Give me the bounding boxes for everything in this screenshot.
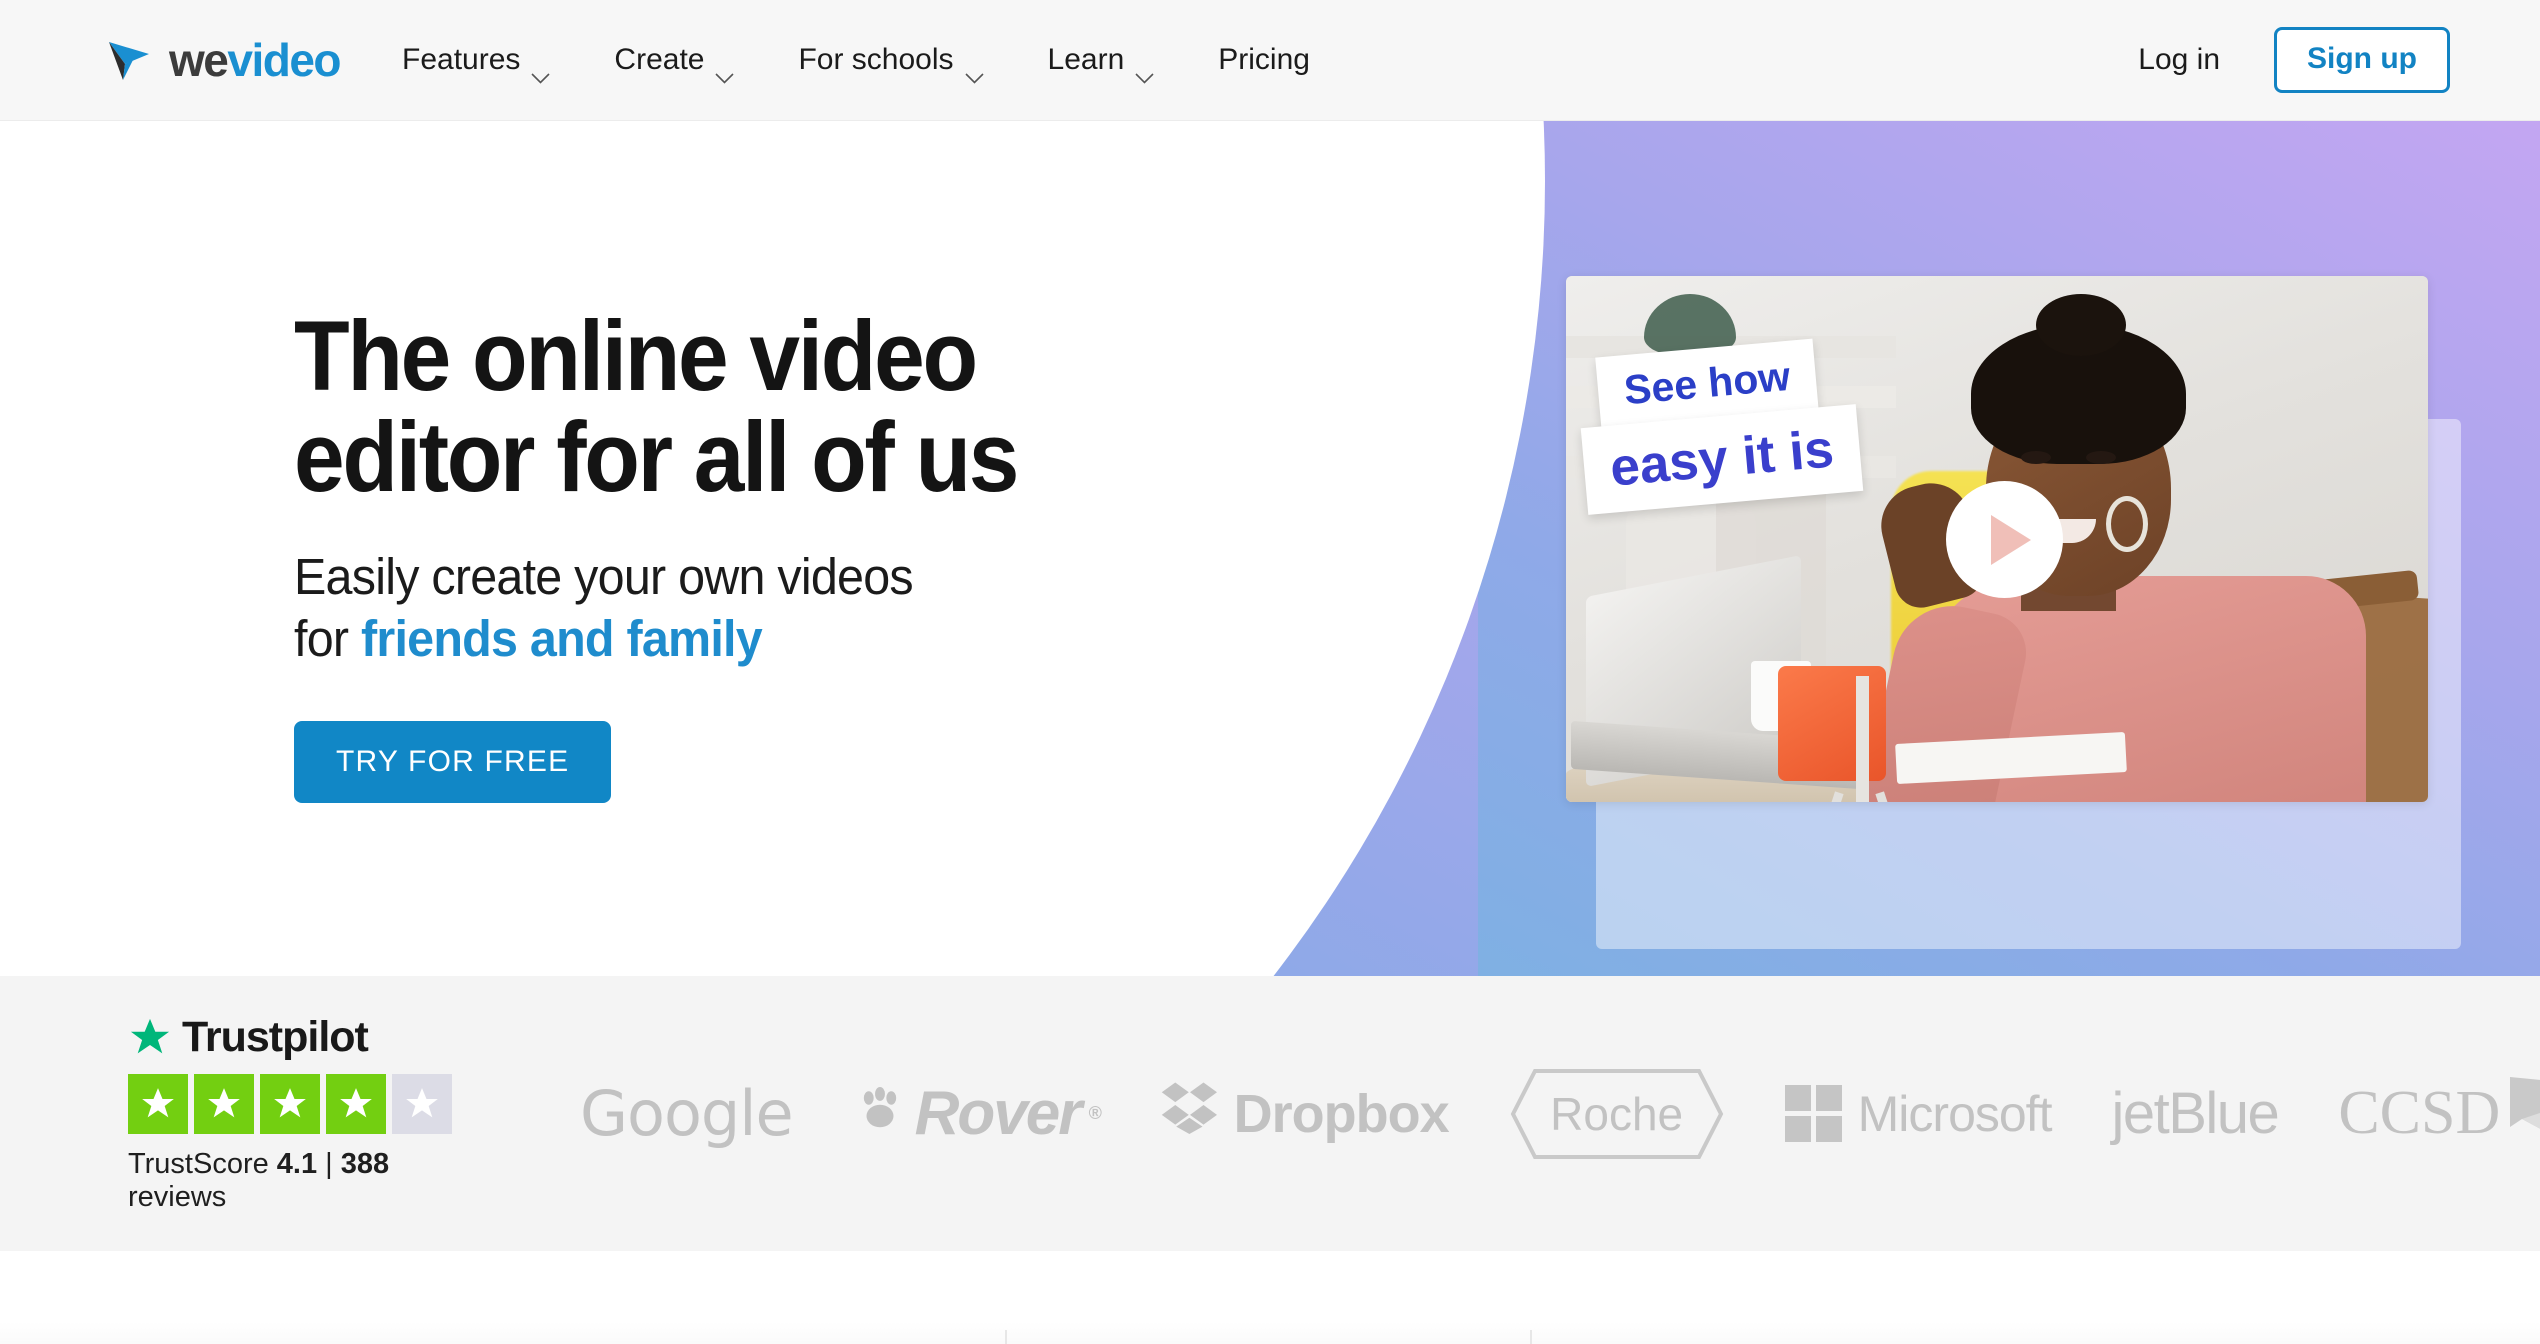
logo-jetblue-label: jetBlue	[2111, 1081, 2279, 1146]
wevideo-play-arrow-icon	[103, 34, 155, 86]
video-subject-hair-bun	[2036, 294, 2126, 356]
ms-square-2	[1815, 1085, 1842, 1111]
trustscore-value: 4.1	[276, 1148, 318, 1180]
dropbox-icon	[1160, 1080, 1220, 1147]
nav-item-create[interactable]: Create	[614, 31, 735, 89]
wevideo-wordmark: wevideo	[169, 34, 342, 86]
video-subject-eye-right	[2086, 451, 2116, 464]
ms-square-4	[1815, 1116, 1842, 1142]
chevron-down-icon	[531, 58, 550, 84]
logo-roche: Roche	[1509, 1068, 1725, 1160]
logo-text-we: we	[169, 34, 229, 86]
ccsd-pennant-icon	[2504, 1075, 2540, 1153]
wevideo-logo[interactable]: wevideo	[103, 34, 342, 86]
nav-item-pricing[interactable]: Pricing	[1218, 31, 1310, 89]
primary-nav-links: Features Create For schools Learn Pricin	[402, 31, 1310, 89]
logo-roche-label: Roche	[1550, 1087, 1684, 1140]
hero-headline: The online video editor for all of us	[294, 305, 1177, 508]
logo-google-label: Google	[580, 1077, 794, 1150]
trustpilot-star-tile-4	[326, 1074, 386, 1134]
video-subject-earring	[2106, 496, 2148, 552]
play-icon[interactable]	[1946, 481, 2063, 598]
next-section-top-edge	[0, 1322, 2540, 1344]
customer-logo-strip: Google Rover ® Dropbox Roche Microsoft j…	[580, 1068, 2540, 1160]
nav-item-features-label: Features	[402, 43, 521, 76]
logo-dropbox-label: Dropbox	[1233, 1083, 1450, 1144]
review-count-suffix: reviews	[128, 1181, 227, 1213]
trustscore-separator: |	[317, 1148, 341, 1180]
play-triangle	[1991, 514, 2031, 565]
trustpilot-star-tile-3	[260, 1074, 320, 1134]
logo-microsoft: Microsoft	[1784, 1085, 2053, 1143]
social-proof-band: Trustpilot TrustScore 4.1 | 388 reviews	[0, 976, 2540, 1251]
trustpilot-wordmark: Trustpilot	[182, 1013, 369, 1061]
logo-rover-trademark: ®	[1088, 1103, 1101, 1123]
logo-jetblue: jetBlue	[2111, 1080, 2279, 1147]
hero-subheadline-accent: friends and family	[360, 610, 763, 668]
logo-google: Google	[580, 1077, 794, 1150]
logo-rover-label: Rover	[914, 1079, 1083, 1148]
video-subject-eye-left	[2021, 451, 2051, 464]
nav-item-for-schools-label: For schools	[798, 43, 954, 76]
nav-item-for-schools[interactable]: For schools	[798, 31, 984, 89]
logo-ccsd-label: CCSD	[2338, 1079, 2501, 1147]
trustpilot-header: Trustpilot	[128, 1013, 452, 1062]
hero-headline-line2: editor for all of us	[294, 400, 1019, 512]
hero-copy-block: The online video editor for all of us Ea…	[294, 305, 1254, 804]
hero-headline-line1: The online video	[294, 300, 978, 411]
trustpilot-star-tile-2	[194, 1074, 254, 1134]
rover-paw-icon	[853, 1078, 907, 1149]
microsoft-squares-icon	[1784, 1085, 1842, 1142]
chevron-down-icon	[715, 58, 735, 84]
ms-square-3	[1784, 1116, 1811, 1142]
signup-button[interactable]: Sign up	[2274, 27, 2450, 93]
ms-square-1	[1784, 1085, 1811, 1111]
nav-item-learn-label: Learn	[1047, 43, 1125, 76]
nav-item-features[interactable]: Features	[402, 31, 550, 89]
nav-item-pricing-label: Pricing	[1218, 43, 1310, 76]
next-section-divider-2	[1530, 1330, 1532, 1344]
trustpilot-star-rating	[128, 1074, 452, 1134]
trustscore-label: TrustScore	[128, 1148, 277, 1180]
hero-subheadline-prefix: for	[294, 610, 361, 668]
hero-section: The online video editor for all of us Ea…	[0, 121, 2540, 976]
next-section-peek	[0, 1251, 2540, 1344]
logo-microsoft-label: Microsoft	[1857, 1085, 2053, 1142]
video-bg-phone	[1778, 666, 1886, 781]
video-bg-tripod-post	[1856, 676, 1869, 802]
chevron-down-icon	[1135, 58, 1154, 84]
trustpilot-widget[interactable]: Trustpilot TrustScore 4.1 | 388 reviews	[128, 1013, 452, 1214]
trustpilot-star-tile-5	[392, 1074, 452, 1134]
nav-account-actions: Log in Sign up	[2138, 27, 2450, 93]
login-link[interactable]: Log in	[2138, 43, 2220, 77]
hero-subheadline-line1: Easily create your own videos	[294, 547, 914, 605]
trustpilot-star-icon	[128, 1016, 172, 1060]
next-section-divider-1	[1005, 1330, 1007, 1344]
try-for-free-button[interactable]: TRY FOR FREE	[294, 721, 612, 804]
logo-dropbox: Dropbox	[1160, 1080, 1450, 1147]
trustpilot-star-tile-1	[128, 1074, 188, 1134]
nav-item-create-label: Create	[614, 43, 705, 76]
review-count: 388	[340, 1148, 390, 1180]
top-navigation-bar: wevideo Features Create For schools Lear…	[0, 0, 2540, 121]
logo-rover: Rover ®	[853, 1078, 1102, 1149]
chevron-down-icon	[964, 58, 984, 84]
trustpilot-score-line: TrustScore 4.1 | 388 reviews	[128, 1148, 452, 1214]
nav-item-learn[interactable]: Learn	[1048, 31, 1155, 89]
hero-video-thumbnail[interactable]: See how easy it is	[1566, 276, 2428, 802]
logo-ccsd: CCSD	[2338, 1075, 2540, 1153]
logo-text-video: video	[227, 34, 341, 86]
hero-subheadline: Easily create your own videos for friend…	[294, 546, 1206, 670]
